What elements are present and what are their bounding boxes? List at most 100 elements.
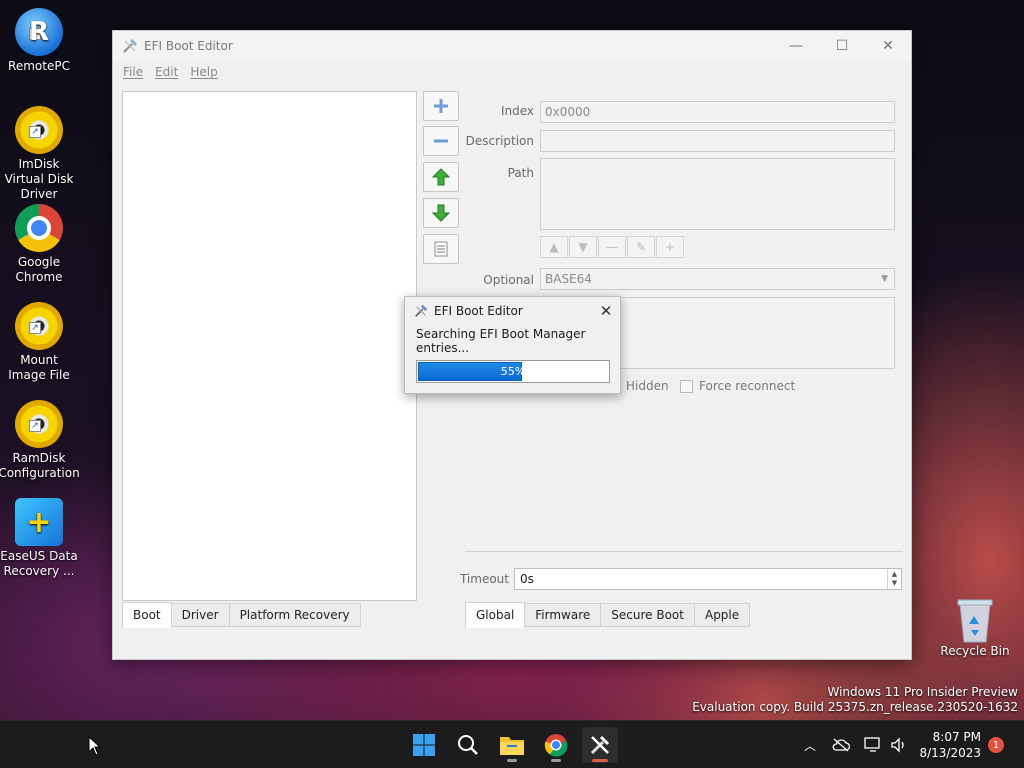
desktop-icon-chrome[interactable]: Google Chrome (0, 204, 78, 285)
volume-icon[interactable] (890, 737, 908, 753)
chevron-down-icon: ▼ (881, 274, 888, 284)
tools-icon (590, 735, 610, 755)
desktop-icon-label: RemotePC (8, 59, 70, 73)
clock[interactable]: 8:07 PM 8/13/2023 (919, 729, 981, 761)
tab-secure-boot[interactable]: Secure Boot (601, 603, 695, 627)
shortcut-arrow-icon: ↗ (29, 126, 41, 138)
tools-icon (123, 38, 138, 53)
running-indicator (551, 759, 561, 762)
mouse-cursor-icon (88, 736, 102, 756)
hidden-checkbox-label: Hidden (626, 379, 669, 393)
close-button[interactable]: ✕ (865, 31, 911, 61)
dialog-message: Searching EFI Boot Manager entries... (416, 327, 586, 355)
desktop-icon-ramdisk[interactable]: ↗ RamDisk Configuration (0, 400, 80, 481)
taskbar-file-explorer[interactable] (494, 727, 530, 763)
network-icon[interactable] (864, 737, 882, 753)
watermark-line: Windows 11 Pro Insider Preview (827, 685, 1018, 699)
dialog-title: EFI Boot Editor (434, 304, 523, 318)
tab-platform-recovery[interactable]: Platform Recovery (229, 603, 361, 627)
optional-label: Optional (483, 273, 534, 287)
tab-driver[interactable]: Driver (171, 603, 230, 627)
tab-apple[interactable]: Apple (694, 603, 751, 627)
menu-help[interactable]: Help (190, 65, 217, 79)
title-bar[interactable]: EFI Boot Editor — ☐ ✕ (113, 31, 911, 61)
path-up-button[interactable]: ▲ (540, 236, 568, 258)
tab-firmware[interactable]: Firmware (525, 603, 602, 627)
desktop-icon-label: Recycle Bin (940, 644, 1010, 658)
progress-bar: 55% (416, 360, 610, 383)
path-label: Path (507, 166, 534, 180)
windows-logo-icon (413, 734, 435, 756)
notification-badge[interactable]: 1 (988, 737, 1004, 753)
timeout-spinner[interactable]: ▲ ▼ (887, 569, 901, 589)
search-button[interactable] (450, 727, 486, 763)
boot-entry-list[interactable] (122, 91, 417, 601)
spinner-down-icon[interactable]: ▼ (892, 579, 897, 588)
index-label: Index (500, 104, 534, 118)
recycle-bin-icon (957, 599, 993, 643)
path-edit-button[interactable]: ✎ (627, 236, 655, 258)
cloud-offline-icon[interactable] (832, 738, 851, 752)
running-indicator (592, 759, 608, 762)
start-button[interactable] (406, 727, 442, 763)
shortcut-arrow-icon: ↗ (29, 322, 41, 334)
path-remove-button[interactable]: — (598, 236, 626, 258)
path-list[interactable] (540, 158, 895, 230)
force-reconnect-label: Force reconnect (699, 379, 796, 393)
desktop-icon-label: Google Chrome (15, 255, 63, 284)
minimize-button[interactable]: — (773, 31, 819, 61)
desktop-icon-label: ImDisk Virtual Disk Driver (4, 157, 74, 201)
index-field[interactable]: 0x0000 (540, 101, 895, 123)
description-label: Description (465, 134, 534, 148)
description-field[interactable] (540, 130, 895, 152)
progress-text: 55% (500, 365, 526, 378)
checkbox-box[interactable] (680, 379, 693, 393)
list-icon (434, 241, 448, 257)
chrome-icon (544, 734, 568, 757)
arrow-down-icon (432, 204, 450, 222)
path-add-button[interactable]: + (656, 236, 684, 258)
spinner-up-icon[interactable]: ▲ (892, 570, 897, 579)
desktop-icon-recycle-bin[interactable]: Recycle Bin (936, 596, 1014, 659)
chrome-icon (15, 204, 63, 252)
shortcut-arrow-icon: ↗ (29, 420, 41, 432)
desktop-icon-remotepc[interactable]: ↗ RemotePC (0, 8, 78, 74)
taskbar-chrome[interactable] (538, 727, 574, 763)
taskbar: ︿ 8:07 PM 8/13/2023 1 (0, 720, 1024, 768)
menu-edit[interactable]: Edit (155, 65, 178, 79)
chevron-up-icon[interactable]: ︿ (804, 737, 816, 754)
search-icon (458, 735, 478, 755)
timeout-value: 0s (520, 572, 534, 586)
dialog-title-bar[interactable]: EFI Boot Editor ✕ (405, 297, 620, 325)
menu-bar: File Edit Help (113, 61, 911, 83)
taskbar-efi-boot-editor[interactable] (582, 727, 618, 763)
dialog-close-button[interactable]: ✕ (592, 302, 620, 320)
desktop-icon-mount-image[interactable]: ↗ Mount Image File (0, 302, 78, 383)
clock-time: 8:07 PM (932, 730, 981, 744)
timeout-input[interactable]: 0s ▲ ▼ (514, 568, 902, 590)
tab-global[interactable]: Global (465, 602, 526, 628)
maximize-button[interactable]: ☐ (819, 31, 865, 61)
easeus-icon (15, 498, 63, 546)
path-down-button[interactable]: ▼ (569, 236, 597, 258)
tab-boot[interactable]: Boot (122, 602, 172, 628)
running-indicator (507, 759, 517, 762)
system-tray: ︿ (804, 721, 908, 768)
progress-dialog: EFI Boot Editor ✕ Searching EFI Boot Man… (404, 296, 621, 394)
details-button[interactable] (423, 234, 459, 264)
folder-icon (500, 737, 524, 755)
desktop-icon-imdisk[interactable]: ↗ ImDisk Virtual Disk Driver (0, 106, 78, 202)
optional-format-select[interactable]: BASE64 ▼ (540, 268, 895, 290)
window-title: EFI Boot Editor (144, 39, 233, 53)
clock-date: 8/13/2023 (919, 746, 981, 760)
desktop-icon-easeus[interactable]: EaseUS Data Recovery ... (0, 498, 78, 579)
windows-watermark: Windows 11 Pro Insider Preview Evaluatio… (692, 685, 1018, 715)
optional-format-value: BASE64 (545, 272, 592, 286)
menu-file[interactable]: File (123, 65, 143, 79)
move-down-button[interactable] (423, 198, 459, 228)
watermark-line: Evaluation copy. Build 25375.zn_release.… (692, 700, 1018, 714)
desktop-icon-label: EaseUS Data Recovery ... (0, 549, 78, 578)
disc-icon: ↗ (15, 106, 63, 154)
force-reconnect-checkbox[interactable]: Force reconnect (680, 379, 795, 393)
desktop-icon-label: RamDisk Configuration (0, 451, 80, 480)
